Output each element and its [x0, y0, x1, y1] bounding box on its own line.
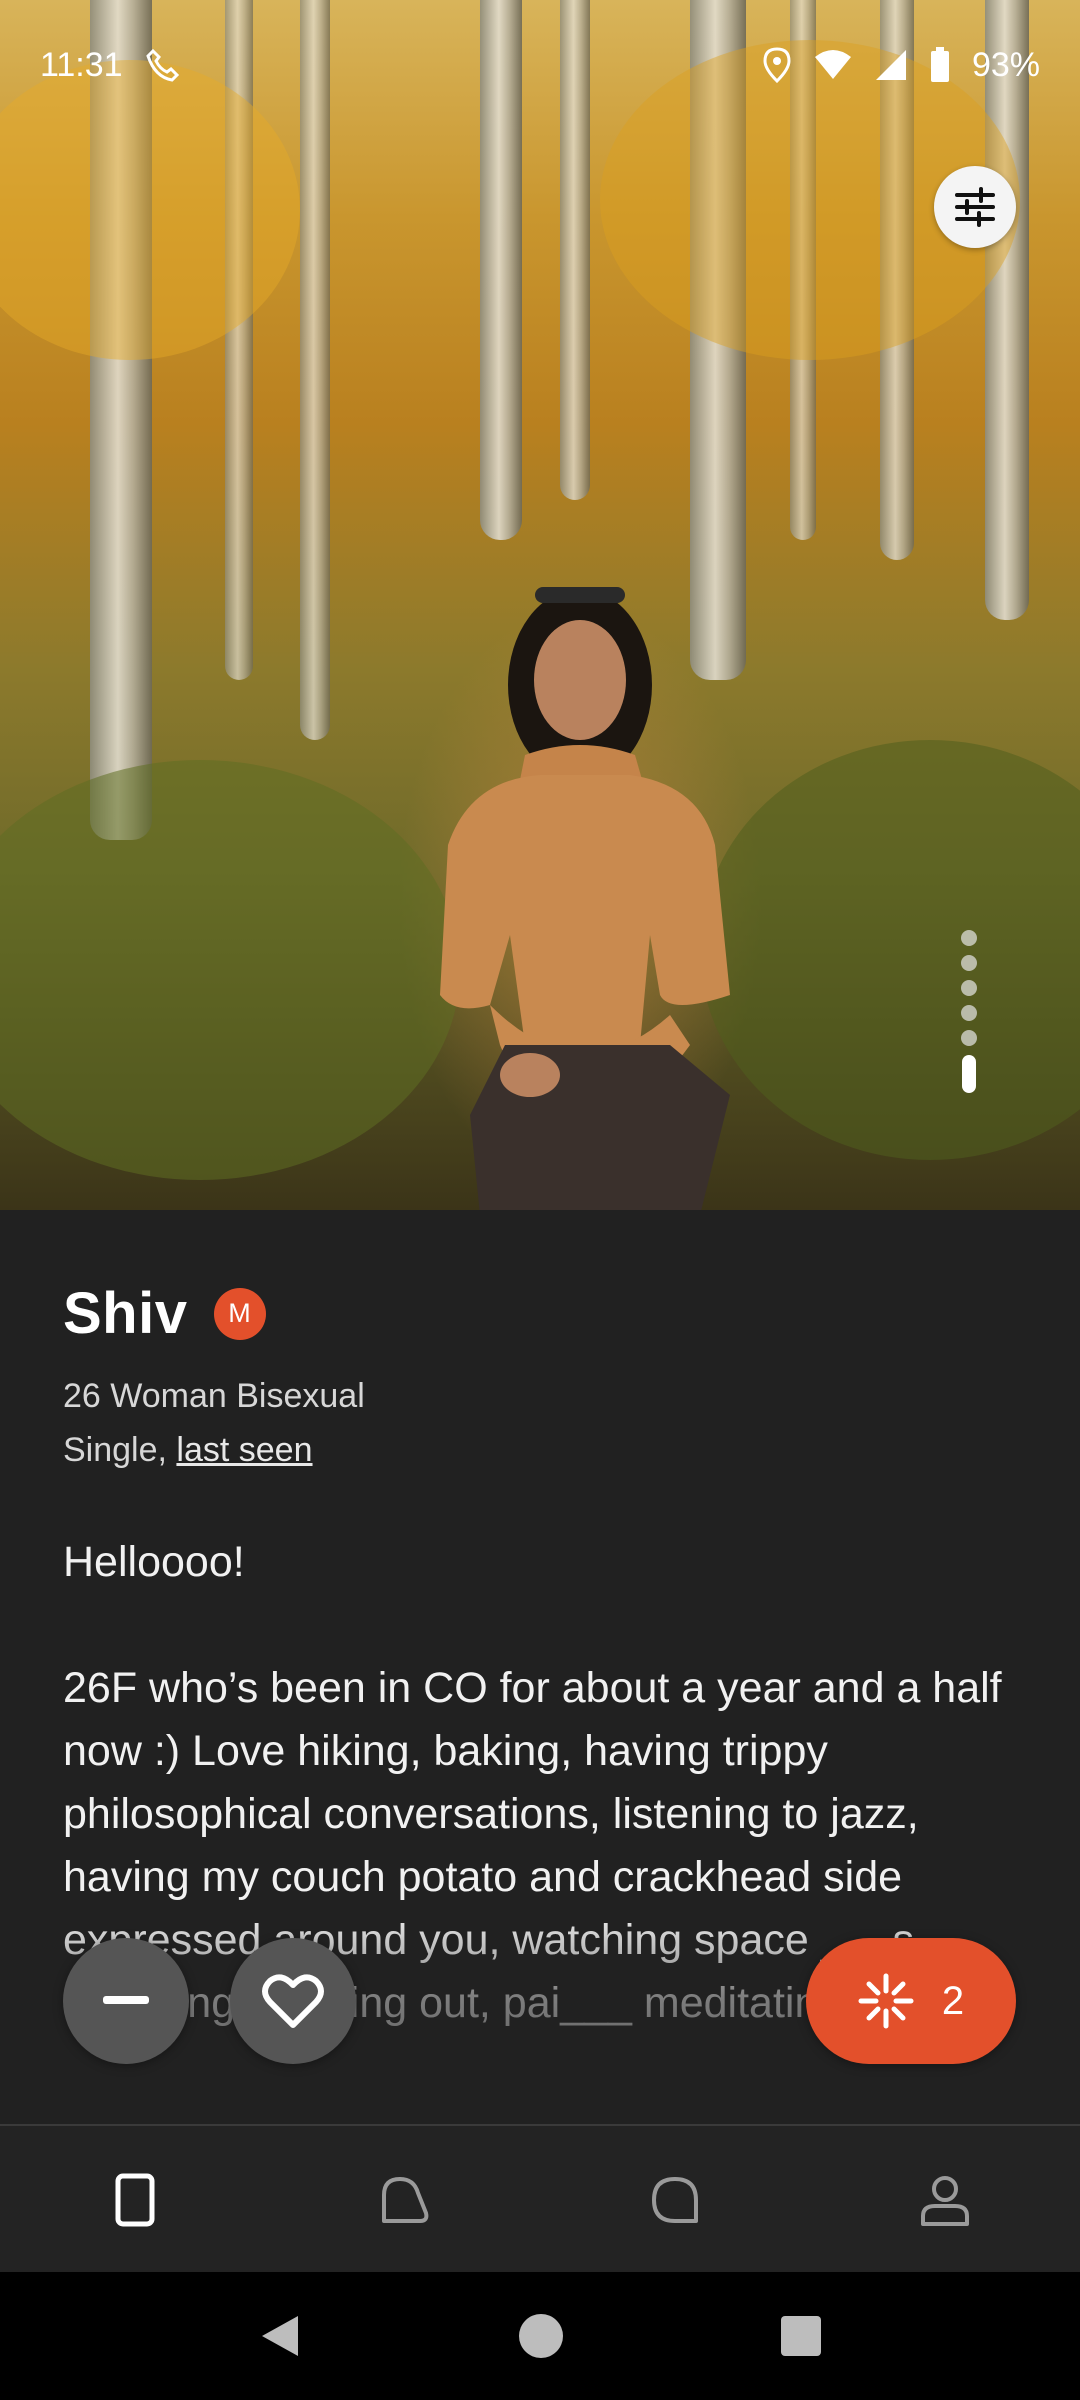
system-nav-bar — [0, 2272, 1080, 2400]
status-time: 11:31 — [40, 45, 123, 84]
bio-greeting: Helloooo! — [63, 1538, 245, 1586]
pager-dot[interactable] — [961, 1005, 977, 1021]
boost-button[interactable]: 2 — [806, 1938, 1016, 2064]
pager-dot[interactable] — [961, 1030, 977, 1046]
person-icon — [921, 2176, 969, 2226]
back-icon[interactable] — [258, 2312, 302, 2360]
boost-count: 2 — [941, 1978, 965, 2023]
person-photo-subject — [440, 587, 730, 1210]
bottom-nav — [0, 2124, 1080, 2274]
relationship-text: Single, — [63, 1431, 167, 1469]
heart-icon — [262, 1974, 324, 2028]
profile-name: Shiv — [63, 1281, 188, 1346]
home-icon[interactable] — [517, 2312, 565, 2360]
membership-badge[interactable]: M — [213, 1287, 266, 1340]
last-seen-link[interactable]: last seen — [176, 1431, 312, 1469]
spark-icon — [858, 1973, 914, 2029]
pass-button[interactable] — [63, 1938, 189, 2064]
battery-percentage: 93% — [971, 45, 1040, 84]
profile-photo[interactable]: 11:31 93% — [0, 0, 1080, 1210]
status-bar: 11:31 93% — [0, 0, 1080, 130]
likes-icon — [382, 2177, 429, 2223]
pager-dot[interactable] — [961, 980, 977, 996]
wifi-calling-icon — [145, 48, 179, 82]
photo-pager — [961, 930, 977, 1093]
pager-dot[interactable] — [961, 930, 977, 946]
chat-bubble-icon — [652, 2177, 698, 2223]
like-button[interactable] — [230, 1938, 356, 2064]
nav-profile[interactable] — [885, 2140, 1005, 2260]
recents-icon[interactable] — [780, 2315, 822, 2357]
minus-icon — [103, 1996, 149, 2004]
battery-icon — [930, 47, 949, 82]
location-icon — [763, 47, 791, 83]
nav-discover[interactable] — [75, 2140, 195, 2260]
sliders-icon — [955, 187, 995, 227]
nav-likes[interactable] — [345, 2140, 465, 2260]
cellular-signal-icon — [875, 50, 906, 80]
relationship-status: Single, last seen — [63, 1423, 1023, 1477]
profile-details: 26 Woman Bisexual — [63, 1377, 365, 1415]
card-icon — [115, 2173, 155, 2227]
nav-chats[interactable] — [615, 2140, 735, 2260]
filter-button[interactable] — [934, 166, 1016, 248]
wifi-icon — [814, 50, 851, 79]
pager-dot[interactable] — [961, 955, 977, 971]
pager-dot-active[interactable] — [962, 1055, 976, 1093]
